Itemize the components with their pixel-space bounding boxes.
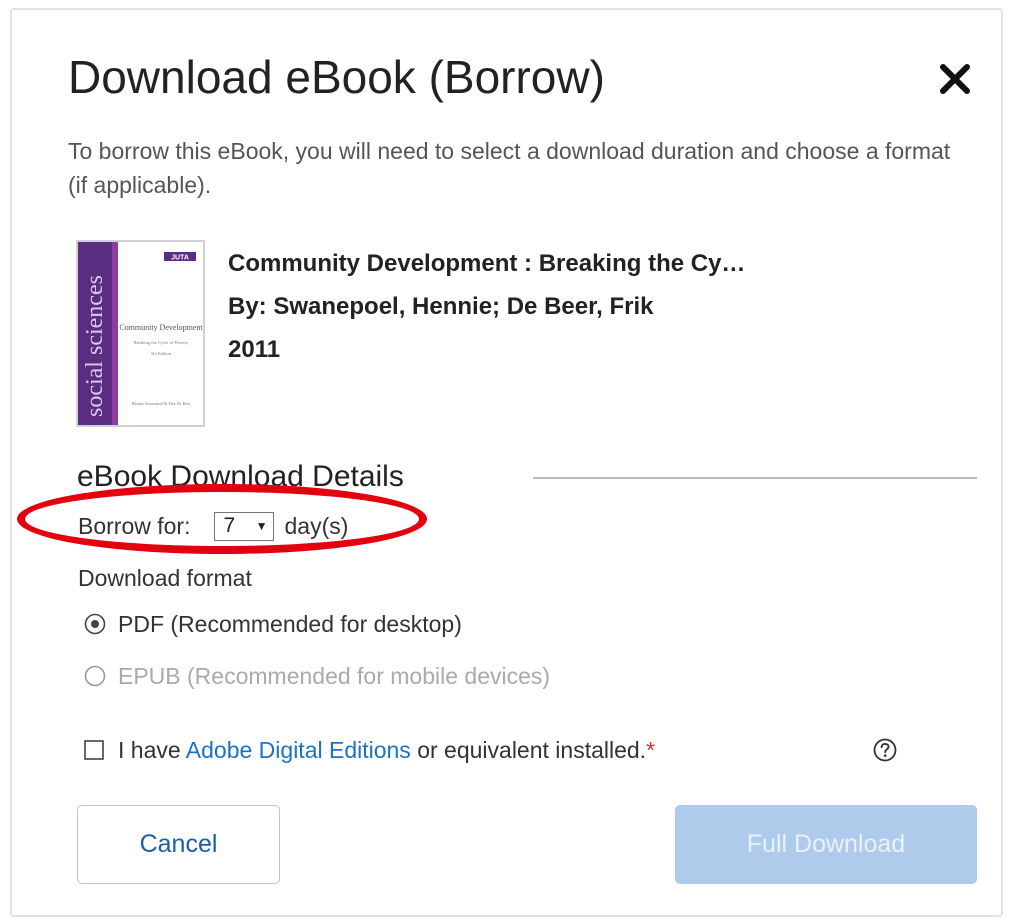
format-option-epub-label: EPUB (Recommended for mobile devices) bbox=[118, 662, 551, 689]
full-download-button[interactable]: Full Download bbox=[675, 805, 977, 884]
required-mark: * bbox=[646, 736, 656, 763]
dialog-intro: To borrow this eBook, you will need to s… bbox=[68, 138, 951, 198]
cover-spine-text: social sciences bbox=[82, 275, 108, 417]
book-cover: social sciences JUTA Community Developme… bbox=[76, 240, 205, 427]
format-option-pdf[interactable]: PDF (Recommended for desktop) bbox=[84, 607, 462, 641]
borrow-duration-value: 7 bbox=[223, 514, 236, 537]
caret-down-icon: ▼ bbox=[255, 519, 268, 533]
confirm-software-row[interactable]: I have Adobe Digital Editions or equival… bbox=[84, 733, 655, 767]
format-option-pdf-label: PDF (Recommended for desktop) bbox=[118, 610, 462, 637]
cancel-button[interactable]: Cancel bbox=[77, 805, 280, 884]
book-authors: By: Swanepoel, Hennie; De Beer, Frik bbox=[228, 293, 654, 320]
checkbox-icon[interactable] bbox=[84, 740, 104, 760]
help-button[interactable] bbox=[870, 735, 900, 765]
cover-subtitle: Breaking the Cycle of Poverty bbox=[134, 340, 189, 345]
borrow-unit: day(s) bbox=[284, 512, 349, 539]
question-circle-icon bbox=[873, 738, 897, 762]
book-year: 2011 bbox=[228, 336, 281, 363]
radio-unselected-icon[interactable] bbox=[84, 665, 106, 687]
confirm-software-label: I have Adobe Digital Editions or equival… bbox=[118, 737, 655, 764]
section-divider bbox=[533, 477, 977, 479]
radio-selected-icon[interactable] bbox=[84, 613, 106, 635]
svg-text:social sciences: social sciences bbox=[82, 275, 108, 417]
download-dialog: Download eBook (Borrow) To borrow this e… bbox=[10, 8, 1003, 917]
close-icon bbox=[940, 64, 970, 94]
dialog-title: Download eBook (Borrow) bbox=[68, 51, 605, 103]
borrow-duration-row: Borrow for: 7 ▼ day(s) bbox=[78, 508, 348, 544]
confirm-suffix: or equivalent installed. bbox=[410, 736, 647, 763]
cover-authors: Hennie Swanepoel & Frik De Beer bbox=[132, 401, 191, 406]
section-title: eBook Download Details bbox=[77, 460, 404, 493]
format-label: Download format bbox=[78, 565, 252, 591]
cover-title: Community Development bbox=[119, 323, 203, 332]
cover-publisher-badge: JUTA bbox=[171, 255, 189, 262]
book-info: Community Development : Breaking the Cy…… bbox=[228, 247, 745, 376]
close-button[interactable] bbox=[930, 54, 980, 104]
adobe-digital-editions-link[interactable]: Adobe Digital Editions bbox=[186, 737, 411, 763]
confirm-prefix: I have bbox=[118, 736, 186, 763]
book-title: Community Development : Breaking the Cy… bbox=[228, 250, 746, 277]
borrow-duration-select[interactable]: 7 ▼ bbox=[214, 511, 275, 541]
format-option-epub[interactable]: EPUB (Recommended for mobile devices) bbox=[84, 659, 550, 693]
cover-edition: 5th Edition bbox=[151, 351, 172, 356]
borrow-label: Borrow for: bbox=[78, 512, 191, 539]
